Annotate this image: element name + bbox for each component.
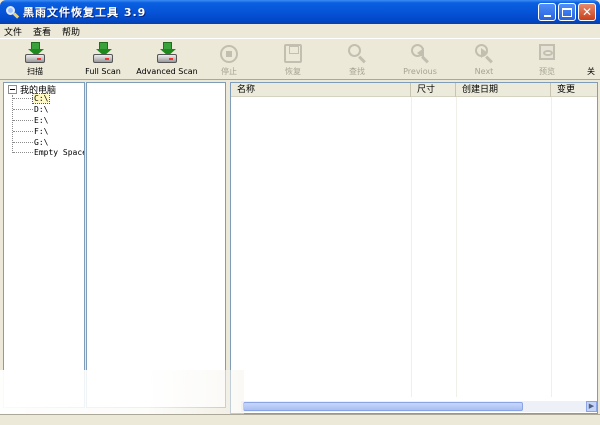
- full-scan-button[interactable]: Full Scan: [78, 39, 128, 80]
- preview-button[interactable]: 预览: [524, 39, 570, 80]
- column-divider: [456, 97, 457, 397]
- next-label: Next: [474, 67, 494, 76]
- stop-icon: [217, 42, 241, 66]
- drive-scan-icon: [23, 42, 47, 66]
- window-title: 黑雨文件恢复工具 3.9: [23, 6, 147, 19]
- previous-search-icon: [408, 42, 432, 66]
- file-list[interactable]: 名称 尺寸 创建日期 变更 ▶: [230, 82, 598, 414]
- scroll-right-arrow-icon[interactable]: ▶: [586, 401, 597, 412]
- minimize-icon: [543, 14, 551, 17]
- close-button[interactable]: ✕: [578, 3, 596, 21]
- column-header-size[interactable]: 尺寸: [411, 83, 456, 97]
- tree-item-d[interactable]: D:\: [13, 104, 49, 115]
- status-bar: [0, 414, 600, 425]
- tree-item-c[interactable]: C:\: [13, 93, 51, 104]
- menu-file[interactable]: 文件: [4, 25, 22, 38]
- stop-button[interactable]: 停止: [206, 39, 252, 80]
- tree-item-f[interactable]: F:\: [13, 126, 49, 137]
- folder-pane[interactable]: [86, 82, 226, 408]
- previous-button[interactable]: Previous: [396, 39, 444, 80]
- menu-view[interactable]: 查看: [33, 25, 51, 38]
- scan-label: 扫描: [27, 67, 43, 76]
- tree-item-label: C:\: [31, 93, 51, 104]
- full-scan-label: Full Scan: [85, 67, 121, 76]
- column-header-modified[interactable]: 变更: [551, 83, 597, 97]
- overflow-button[interactable]: 关: [584, 39, 598, 80]
- next-search-icon: [472, 42, 496, 66]
- tree-item-label: E:\: [34, 116, 49, 125]
- advanced-scan-button[interactable]: Advanced Scan: [134, 39, 200, 80]
- maximize-icon: [562, 7, 572, 17]
- tree-item-label: G:\: [34, 138, 49, 147]
- list-header: 名称 尺寸 创建日期 变更: [231, 83, 597, 97]
- column-header-created[interactable]: 创建日期: [456, 83, 551, 97]
- column-header-name[interactable]: 名称: [231, 83, 411, 97]
- column-divider: [411, 97, 412, 397]
- drive-full-scan-icon: [91, 42, 115, 66]
- preview-monitor-icon: [535, 42, 559, 66]
- drive-tree[interactable]: 我的电脑 C:\ D:\ E:\ F:\ G:\ Empty Space: [3, 82, 85, 408]
- minimize-button[interactable]: [538, 3, 556, 21]
- find-button[interactable]: 查找: [334, 39, 380, 80]
- tree-item-empty-space[interactable]: Empty Space: [13, 147, 85, 158]
- stop-label: 停止: [221, 67, 237, 76]
- tree-item-e[interactable]: E:\: [13, 115, 49, 126]
- find-label: 查找: [349, 67, 365, 76]
- toolbar: 扫描 Full Scan Advanced Scan 停止 恢复 查找 Prev…: [0, 38, 600, 80]
- recover-label: 恢复: [285, 67, 301, 76]
- menu-help[interactable]: 帮助: [62, 25, 80, 38]
- scan-button[interactable]: 扫描: [10, 39, 60, 80]
- magnifier-app-icon: [5, 5, 20, 19]
- tree-item-label: Empty Space: [34, 148, 85, 157]
- column-divider: [551, 97, 552, 397]
- preview-label: 预览: [539, 67, 555, 76]
- horizontal-scrollbar[interactable]: ▶: [241, 401, 597, 412]
- recover-button[interactable]: 恢复: [270, 39, 316, 80]
- tree-item-label: D:\: [34, 105, 49, 114]
- title-bar[interactable]: 黑雨文件恢复工具 3.9 ✕: [0, 0, 600, 24]
- drive-advanced-scan-icon: [155, 42, 179, 66]
- close-icon: ✕: [581, 5, 593, 19]
- previous-label: Previous: [403, 67, 437, 76]
- search-icon: [345, 42, 369, 66]
- next-button[interactable]: Next: [460, 39, 508, 80]
- scrollbar-thumb[interactable]: [243, 402, 523, 411]
- advanced-scan-label: Advanced Scan: [136, 67, 198, 76]
- maximize-button[interactable]: [558, 3, 576, 21]
- tree-item-label: F:\: [34, 127, 49, 136]
- menu-bar: 文件 查看 帮助: [0, 24, 600, 38]
- overflow-label: 关: [587, 67, 595, 76]
- blurred-region: [0, 370, 244, 415]
- floppy-disk-icon: [281, 42, 305, 66]
